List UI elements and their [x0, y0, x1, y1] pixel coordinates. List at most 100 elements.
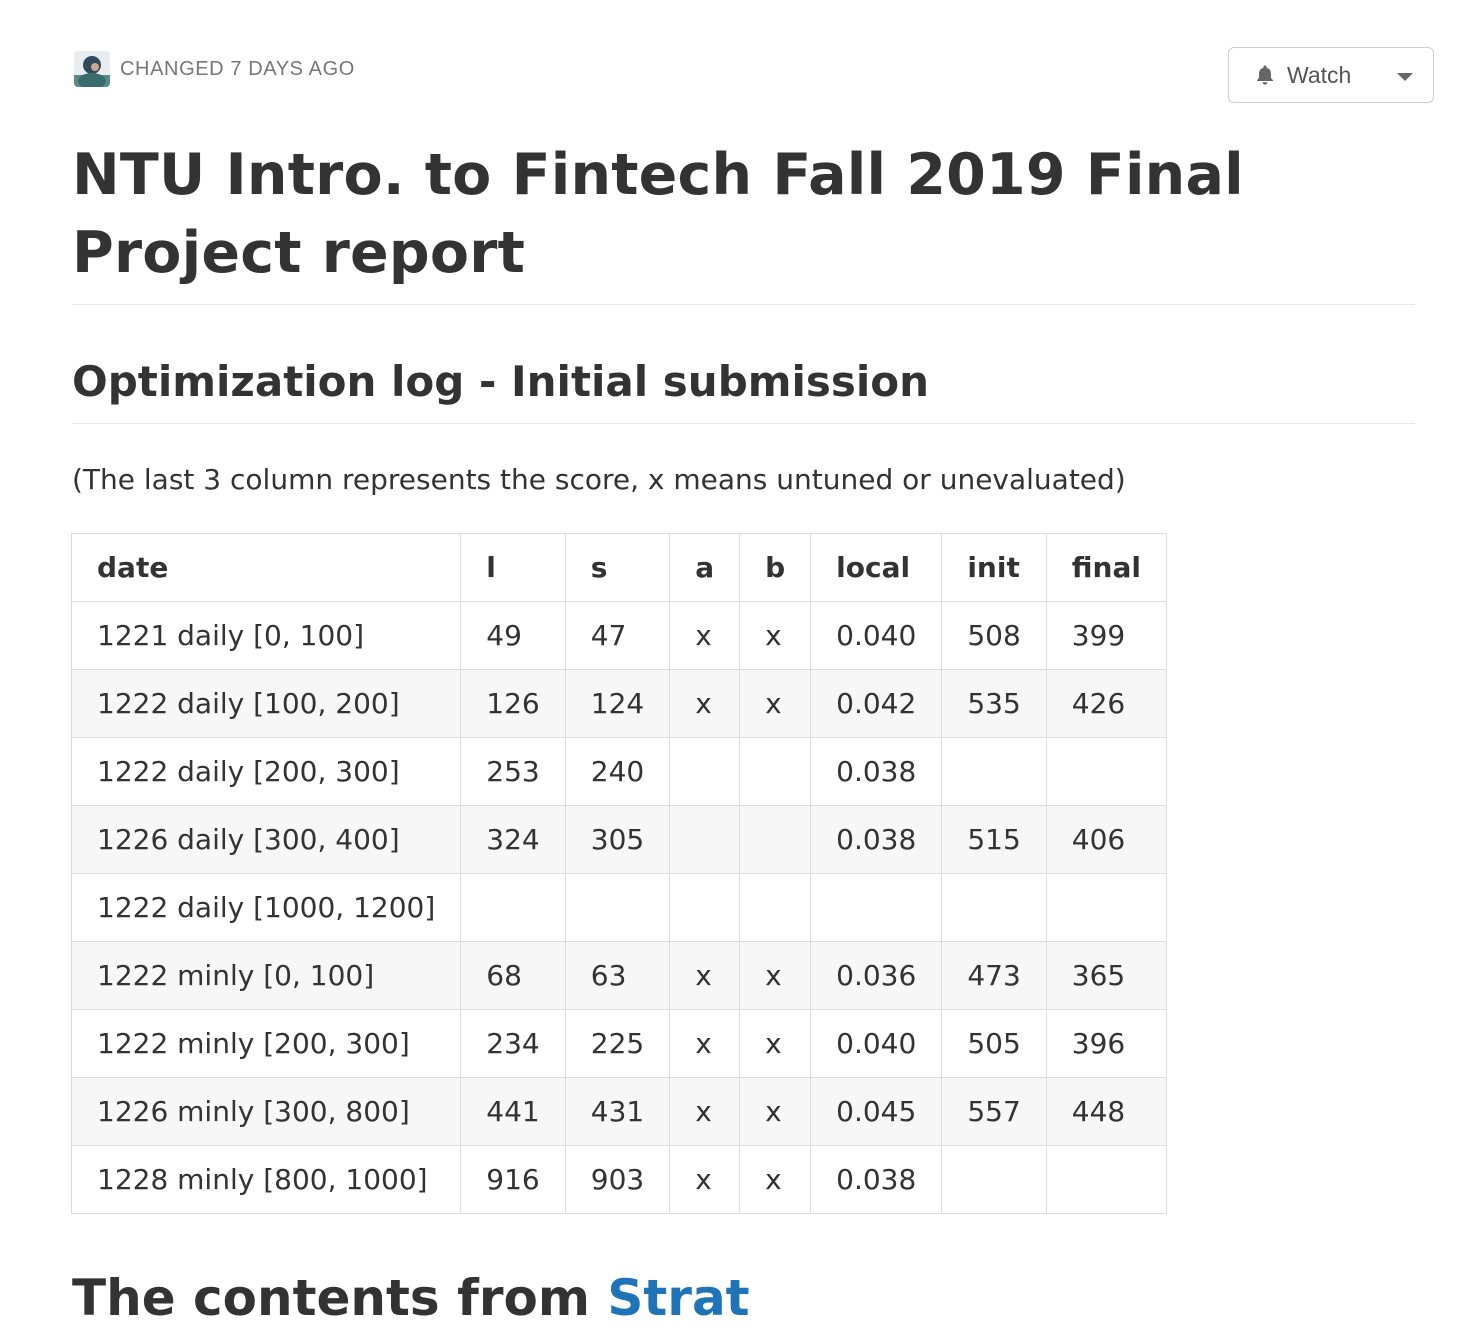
cell-l — [460, 873, 566, 942]
cell-final: 365 — [1045, 941, 1167, 1010]
column-header-b: b — [739, 533, 812, 602]
table-row: 1222 daily [1000, 1200] — [70, 873, 1167, 942]
cell-init: 557 — [941, 1077, 1047, 1146]
column-header-date: date — [70, 533, 462, 602]
section-divider — [72, 423, 1415, 424]
cell-s: 240 — [564, 737, 671, 806]
cell-final: 448 — [1045, 1077, 1167, 1146]
cell-a: x — [669, 1009, 741, 1078]
cell-date: 1226 daily [300, 400] — [70, 805, 462, 874]
cell-final: 406 — [1045, 805, 1167, 874]
cell-final: 399 — [1045, 601, 1167, 670]
cell-local: 0.040 — [810, 1009, 943, 1078]
cell-l: 49 — [460, 601, 566, 670]
cell-l: 234 — [460, 1009, 566, 1078]
cell-init — [941, 737, 1047, 806]
cell-b — [739, 737, 812, 806]
document-meta: CHANGED 7 DAYS AGO — [74, 51, 355, 87]
cell-b: x — [739, 1009, 812, 1078]
cell-a: x — [669, 1077, 741, 1146]
cell-l: 68 — [460, 941, 566, 1010]
page-title: NTU Intro. to Fintech Fall 2019 Final Pr… — [72, 142, 1244, 286]
cell-l: 916 — [460, 1145, 566, 1214]
cell-s: 903 — [564, 1145, 671, 1214]
table-row: 1226 minly [300, 800] 441 431 x x 0.045 … — [70, 1077, 1167, 1146]
cell-final — [1045, 737, 1167, 806]
cell-local: 0.036 — [810, 941, 943, 1010]
column-header-a: a — [669, 533, 741, 602]
cell-date: 1226 minly [300, 800] — [70, 1077, 462, 1146]
table-row: 1222 minly [200, 300] 234 225 x x 0.040 … — [70, 1009, 1167, 1078]
watch-label: Watch — [1287, 61, 1352, 88]
cell-date: 1222 daily [1000, 1200] — [70, 873, 462, 942]
last-changed-label: CHANGED 7 DAYS AGO — [120, 57, 355, 80]
cell-b: x — [739, 941, 812, 1010]
column-header-l: l — [460, 533, 566, 602]
cell-local — [810, 873, 943, 942]
cell-s — [564, 873, 671, 942]
cell-init: 508 — [941, 601, 1047, 670]
optimization-log-table: date l s a b local init final 1221 daily… — [70, 533, 1167, 1214]
next-section-heading-link[interactable]: Strat — [607, 1269, 749, 1327]
caret-down-icon[interactable] — [1397, 73, 1413, 81]
table-row: 1222 minly [0, 100] 68 63 x x 0.036 473 … — [70, 941, 1167, 1010]
cell-s: 225 — [564, 1009, 671, 1078]
next-section-heading-text: The contents from — [72, 1269, 590, 1327]
next-section-heading: The contents from Strat — [72, 1268, 750, 1328]
title-divider — [72, 304, 1415, 305]
cell-date: 1222 minly [0, 100] — [70, 941, 462, 1010]
column-header-local: local — [810, 533, 943, 602]
cell-init — [941, 873, 1047, 942]
table-row: 1221 daily [0, 100] 49 47 x x 0.040 508 … — [70, 601, 1167, 670]
cell-date: 1222 minly [200, 300] — [70, 1009, 462, 1078]
table-row: 1226 daily [300, 400] 324 305 0.038 515 … — [70, 805, 1167, 874]
cell-a: x — [669, 941, 741, 1010]
cell-s: 47 — [564, 601, 671, 670]
cell-local: 0.038 — [810, 1145, 943, 1214]
cell-local: 0.042 — [810, 669, 943, 738]
section-heading: Optimization log - Initial submission — [72, 357, 930, 406]
table-header-row: date l s a b local init final — [70, 533, 1167, 602]
cell-s: 63 — [564, 941, 671, 1010]
watch-button[interactable]: Watch — [1228, 47, 1434, 103]
table-row: 1222 daily [200, 300] 253 240 0.038 — [70, 737, 1167, 806]
column-header-final: final — [1045, 533, 1167, 602]
cell-s: 431 — [564, 1077, 671, 1146]
section-note: (The last 3 column represents the score,… — [72, 463, 1126, 496]
cell-date: 1221 daily [0, 100] — [70, 601, 462, 670]
cell-b: x — [739, 1077, 812, 1146]
cell-a — [669, 873, 741, 942]
cell-local: 0.045 — [810, 1077, 943, 1146]
cell-a — [669, 805, 741, 874]
cell-b: x — [739, 1145, 812, 1214]
author-avatar[interactable] — [74, 51, 110, 87]
cell-final: 396 — [1045, 1009, 1167, 1078]
cell-b — [739, 873, 812, 942]
cell-final — [1045, 873, 1167, 942]
cell-b — [739, 805, 812, 874]
cell-init: 473 — [941, 941, 1047, 1010]
cell-s: 124 — [564, 669, 671, 738]
cell-b: x — [739, 601, 812, 670]
cell-date: 1228 minly [800, 1000] — [70, 1145, 462, 1214]
cell-init — [941, 1145, 1047, 1214]
column-header-init: init — [941, 533, 1047, 602]
cell-a — [669, 737, 741, 806]
cell-init: 535 — [941, 669, 1047, 738]
table-row: 1222 daily [100, 200] 126 124 x x 0.042 … — [70, 669, 1167, 738]
cell-l: 126 — [460, 669, 566, 738]
cell-final — [1045, 1145, 1167, 1214]
cell-a: x — [669, 669, 741, 738]
cell-init: 505 — [941, 1009, 1047, 1078]
cell-a: x — [669, 601, 741, 670]
cell-local: 0.038 — [810, 737, 943, 806]
column-header-s: s — [564, 533, 671, 602]
cell-local: 0.038 — [810, 805, 943, 874]
cell-date: 1222 daily [100, 200] — [70, 669, 462, 738]
cell-final: 426 — [1045, 669, 1167, 738]
cell-date: 1222 daily [200, 300] — [70, 737, 462, 806]
cell-init: 515 — [941, 805, 1047, 874]
cell-b: x — [739, 669, 812, 738]
bell-icon — [1253, 63, 1277, 87]
cell-l: 441 — [460, 1077, 566, 1146]
